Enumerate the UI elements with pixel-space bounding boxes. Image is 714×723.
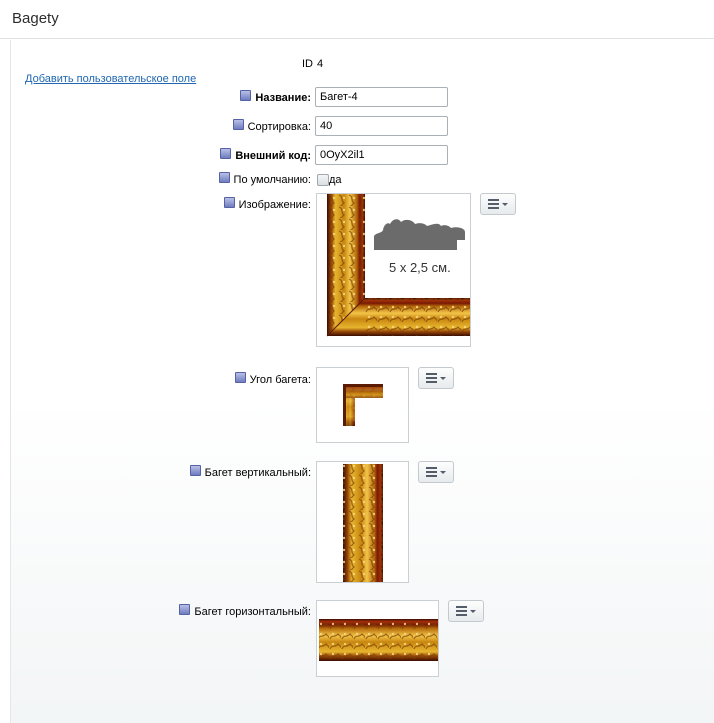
required-field-square-icon (220, 147, 232, 159)
sort-label: Сортировка: (232, 118, 311, 133)
ext-code-input[interactable] (315, 145, 448, 165)
sort-input[interactable] (315, 116, 448, 136)
default-label: По умолчанию: (218, 171, 311, 186)
frame-horizontal-image (317, 601, 438, 676)
field-square-icon (179, 603, 191, 615)
hamburger-menu-icon (426, 467, 437, 477)
default-checkbox[interactable] (317, 174, 329, 186)
sort-label-text: Сортировка: (247, 121, 311, 133)
image-menu-button[interactable] (480, 193, 516, 215)
name-label-text: Название: (255, 92, 311, 104)
horizontal-label: Багет горизонтальный: (179, 603, 311, 618)
id-label: ID (302, 58, 313, 70)
field-square-icon (223, 196, 235, 208)
page-title: Bagety (12, 10, 59, 27)
corner-label: Угол багета: (234, 371, 311, 386)
hamburger-menu-icon (488, 199, 499, 209)
corner-label-text: Угол багета: (249, 374, 311, 386)
image-label: Изображение: (223, 196, 311, 211)
add-custom-field-link[interactable]: Добавить пользовательское поле (25, 73, 196, 85)
ext-code-label-text: Внешний код: (235, 150, 311, 162)
vertical-image-preview[interactable] (316, 461, 409, 583)
name-label: Название: (240, 89, 311, 104)
chevron-down-icon (502, 202, 508, 206)
frame-corner-sample-image: 5 x 2,5 см. (317, 194, 470, 346)
image-caption-text: 5 x 2,5 см. (389, 260, 451, 275)
name-input[interactable] (315, 87, 448, 107)
default-checkbox-label: да (329, 174, 342, 186)
horizontal-image-preview[interactable] (316, 600, 439, 677)
vertical-label: Багет вертикальный: (189, 464, 311, 479)
horizontal-menu-button[interactable] (448, 600, 484, 622)
field-square-icon (234, 371, 246, 383)
chevron-down-icon (440, 376, 446, 380)
image-label-text: Изображение: (238, 199, 311, 211)
field-square-icon (189, 464, 201, 476)
default-label-text: По умолчанию: (233, 174, 311, 186)
hamburger-menu-icon (426, 373, 437, 383)
field-square-icon (218, 171, 230, 183)
chevron-down-icon (470, 609, 476, 613)
frame-vertical-image (317, 462, 408, 582)
chevron-down-icon (440, 470, 446, 474)
hamburger-menu-icon (456, 606, 467, 616)
required-field-square-icon (240, 89, 252, 101)
vertical-menu-button[interactable] (418, 461, 454, 483)
page-header: Bagety (0, 0, 714, 39)
corner-image-preview[interactable] (316, 367, 409, 443)
ext-code-label: Внешний код: (220, 147, 311, 162)
horizontal-label-text: Багет горизонтальный: (194, 606, 311, 618)
corner-menu-button[interactable] (418, 367, 454, 389)
frame-corner-image (317, 368, 408, 442)
vertical-label-text: Багет вертикальный: (204, 467, 311, 479)
field-square-icon (232, 118, 244, 130)
id-value: 4 (317, 58, 324, 70)
image-preview[interactable]: 5 x 2,5 см. (316, 193, 471, 347)
